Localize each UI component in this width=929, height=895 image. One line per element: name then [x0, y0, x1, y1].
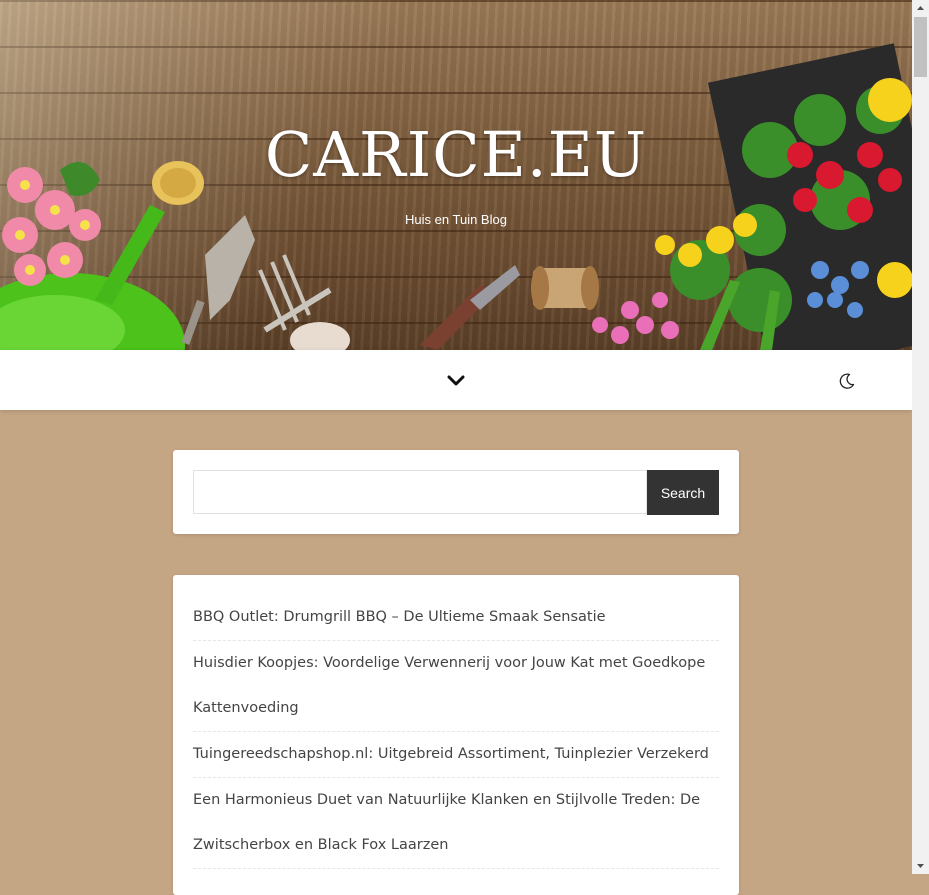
scrollbar-thumb[interactable]	[914, 17, 927, 77]
list-item: Huisdier Koopjes: Voordelige Verwennerij…	[193, 641, 719, 732]
site-title[interactable]: CARICE.EU	[0, 118, 912, 191]
header-banner: CARICE.EU Huis en Tuin Blog	[0, 0, 912, 350]
post-link[interactable]: Huisdier Koopjes: Voordelige Verwennerij…	[193, 641, 719, 731]
list-item: Tuingereedschapshop.nl: Uitgebreid Assor…	[193, 732, 719, 778]
list-item: Een Harmonieus Duet van Natuurlijke Klan…	[193, 778, 719, 869]
post-link[interactable]: BBQ Outlet: Drumgrill BBQ – De Ultieme S…	[193, 595, 719, 640]
scrollbar-track[interactable]	[912, 0, 929, 874]
recent-posts-widget: BBQ Outlet: Drumgrill BBQ – De Ultieme S…	[173, 575, 739, 895]
list-item: BBQ Outlet: Drumgrill BBQ – De Ultieme S…	[193, 595, 719, 641]
search-button[interactable]: Search	[647, 470, 719, 515]
scroll-up-arrow-icon[interactable]	[912, 0, 929, 17]
post-link[interactable]: Een Harmonieus Duet van Natuurlijke Klan…	[193, 778, 719, 868]
moon-icon[interactable]	[838, 372, 856, 390]
search-widget: Search	[173, 450, 739, 534]
scroll-down-arrow-icon[interactable]	[912, 857, 929, 874]
chevron-down-icon[interactable]	[446, 373, 466, 389]
post-link[interactable]: Tuingereedschapshop.nl: Uitgebreid Assor…	[193, 732, 719, 777]
search-input[interactable]	[193, 470, 647, 514]
site-tagline: Huis en Tuin Blog	[405, 212, 507, 227]
recent-posts-list: BBQ Outlet: Drumgrill BBQ – De Ultieme S…	[173, 575, 739, 869]
